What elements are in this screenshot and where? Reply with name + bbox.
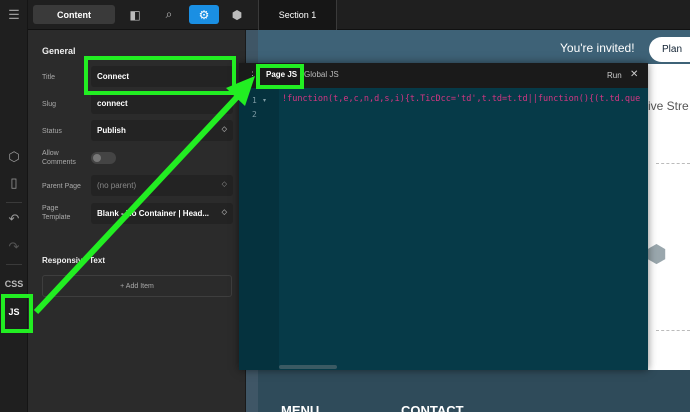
fold-arrow-icon[interactable]: ▾ (263, 97, 266, 104)
redo-icon[interactable]: ↷ (0, 239, 28, 254)
page-template-value: Blank - No Container | Head... (97, 209, 210, 218)
mobile-preview-icon[interactable]: ▯ (0, 175, 28, 190)
horizontal-scrollbar[interactable] (279, 365, 337, 369)
dashed-divider (656, 330, 690, 331)
section-tab[interactable]: Section 1 (259, 0, 337, 30)
title-label: Title (42, 74, 55, 81)
add-item-button[interactable]: + Add Item (42, 275, 232, 297)
parent-page-label: Parent Page (42, 183, 81, 190)
menu-icon[interactable]: ☰ (0, 7, 28, 22)
page-template-select[interactable]: Blank - No Container | Head... ◇ (91, 203, 233, 224)
dashed-divider (656, 163, 690, 164)
rail-divider (6, 264, 22, 265)
general-heading: General (42, 46, 76, 56)
close-icon[interactable]: ✕ (630, 69, 638, 80)
code-line[interactable]: !function(t,e,c,n,d,s,i){t.TicDcc='td',t… (282, 94, 648, 104)
components-icon[interactable]: ⬡ (0, 149, 28, 164)
allow-comments-label-line2: Comments (42, 159, 76, 166)
js-code-editor: ⋮ Page JS Global JS Run ✕ 1 2 ▾ !functio… (239, 63, 648, 370)
footer-contact-heading: CONTACT (401, 403, 464, 412)
allow-comments-label-line1: Allow (42, 150, 59, 157)
preview-heading-fragment: ive Stre (648, 99, 689, 113)
layout-icon[interactable]: ◧ (124, 5, 146, 24)
footer-menu-heading: MENU (281, 403, 320, 412)
allow-comments-toggle[interactable] (91, 152, 116, 164)
undo-icon[interactable]: ↶ (0, 211, 28, 226)
global-js-tab[interactable]: Global JS (304, 70, 339, 79)
left-rail: ☰ ⬡ ▯ ↶ ↷ CSS JS (0, 0, 28, 412)
parent-page-value: (no parent) (97, 181, 137, 190)
settings-gear-icon[interactable]: ⚙ (189, 5, 219, 24)
parent-page-select[interactable]: (no parent) ◇ (91, 175, 233, 196)
page-template-label: Page Template (42, 204, 70, 222)
status-label: Status (42, 128, 62, 135)
status-select[interactable]: Publish ◇ (91, 120, 233, 141)
allow-comments-label: Allow Comments (42, 149, 76, 167)
page-template-label-line2: Template (42, 214, 71, 221)
page-template-label-line1: Page (42, 205, 59, 212)
chevron-updown-icon: ◇ (221, 209, 227, 216)
chevron-updown-icon: ◇ (221, 126, 227, 133)
highlight-page-js-tab (256, 64, 304, 89)
rail-divider (6, 202, 22, 203)
hexagon-icon[interactable]: ⬢ (226, 5, 248, 24)
line-number: 1 (252, 96, 257, 105)
status-value: Publish (97, 126, 126, 135)
line-number: 2 (252, 110, 257, 119)
chevron-updown-icon: ◇ (221, 181, 227, 188)
plan-button[interactable]: Plan (649, 37, 690, 62)
search-icon[interactable]: ⌕ (158, 5, 180, 24)
slug-field[interactable]: connect (91, 93, 233, 114)
slug-label: Slug (42, 101, 57, 108)
run-button[interactable]: Run (607, 71, 622, 80)
highlight-title-field (84, 56, 236, 95)
top-toolbar: Content ◧ ⌕ ⚙ ⬢ Section 1 (28, 0, 690, 30)
responsive-text-heading: Responsive Text (42, 256, 105, 265)
content-tab[interactable]: Content (33, 5, 115, 24)
cube-icon: ⬢ (646, 241, 667, 268)
css-button[interactable]: CSS (0, 278, 28, 290)
line-number-gutter: 1 2 (239, 88, 279, 370)
invite-text: You're invited! (560, 41, 635, 55)
preview-footer (258, 370, 690, 412)
highlight-js-button (1, 294, 33, 333)
